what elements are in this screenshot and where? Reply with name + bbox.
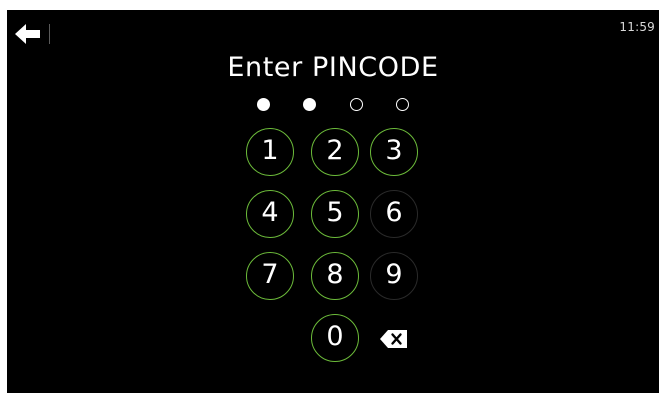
keypad-key-8[interactable]: 8	[311, 252, 359, 300]
pin-dot-empty	[349, 98, 363, 111]
keypad-key-3[interactable]: 3	[370, 128, 418, 176]
pin-dot-filled	[257, 98, 271, 111]
keypad-key-1[interactable]: 1	[246, 128, 294, 176]
keypad-key-0[interactable]: 0	[311, 314, 359, 362]
keypad-key-5[interactable]: 5	[311, 190, 359, 238]
keypad-key-9[interactable]: 9	[370, 252, 418, 300]
delete-button[interactable]	[370, 314, 418, 362]
page-title: Enter PINCODE	[227, 52, 439, 83]
pincode-screen: 11:59 Enter PINCODE 1 2 3 4 5 6 7 8 9 0	[7, 10, 659, 393]
pin-dot-empty	[395, 98, 409, 111]
pin-progress-dots	[7, 94, 659, 111]
keypad-key-6[interactable]: 6	[370, 190, 418, 238]
backspace-icon	[380, 330, 407, 348]
status-time: 11:59	[619, 20, 655, 34]
pin-dot-filled	[303, 98, 317, 111]
arrow-left-icon	[15, 24, 40, 44]
keypad-key-2[interactable]: 2	[311, 128, 359, 176]
back-button[interactable]	[15, 23, 41, 45]
keypad-key-7[interactable]: 7	[246, 252, 294, 300]
keypad-key-4[interactable]: 4	[246, 190, 294, 238]
header-divider	[49, 24, 50, 44]
